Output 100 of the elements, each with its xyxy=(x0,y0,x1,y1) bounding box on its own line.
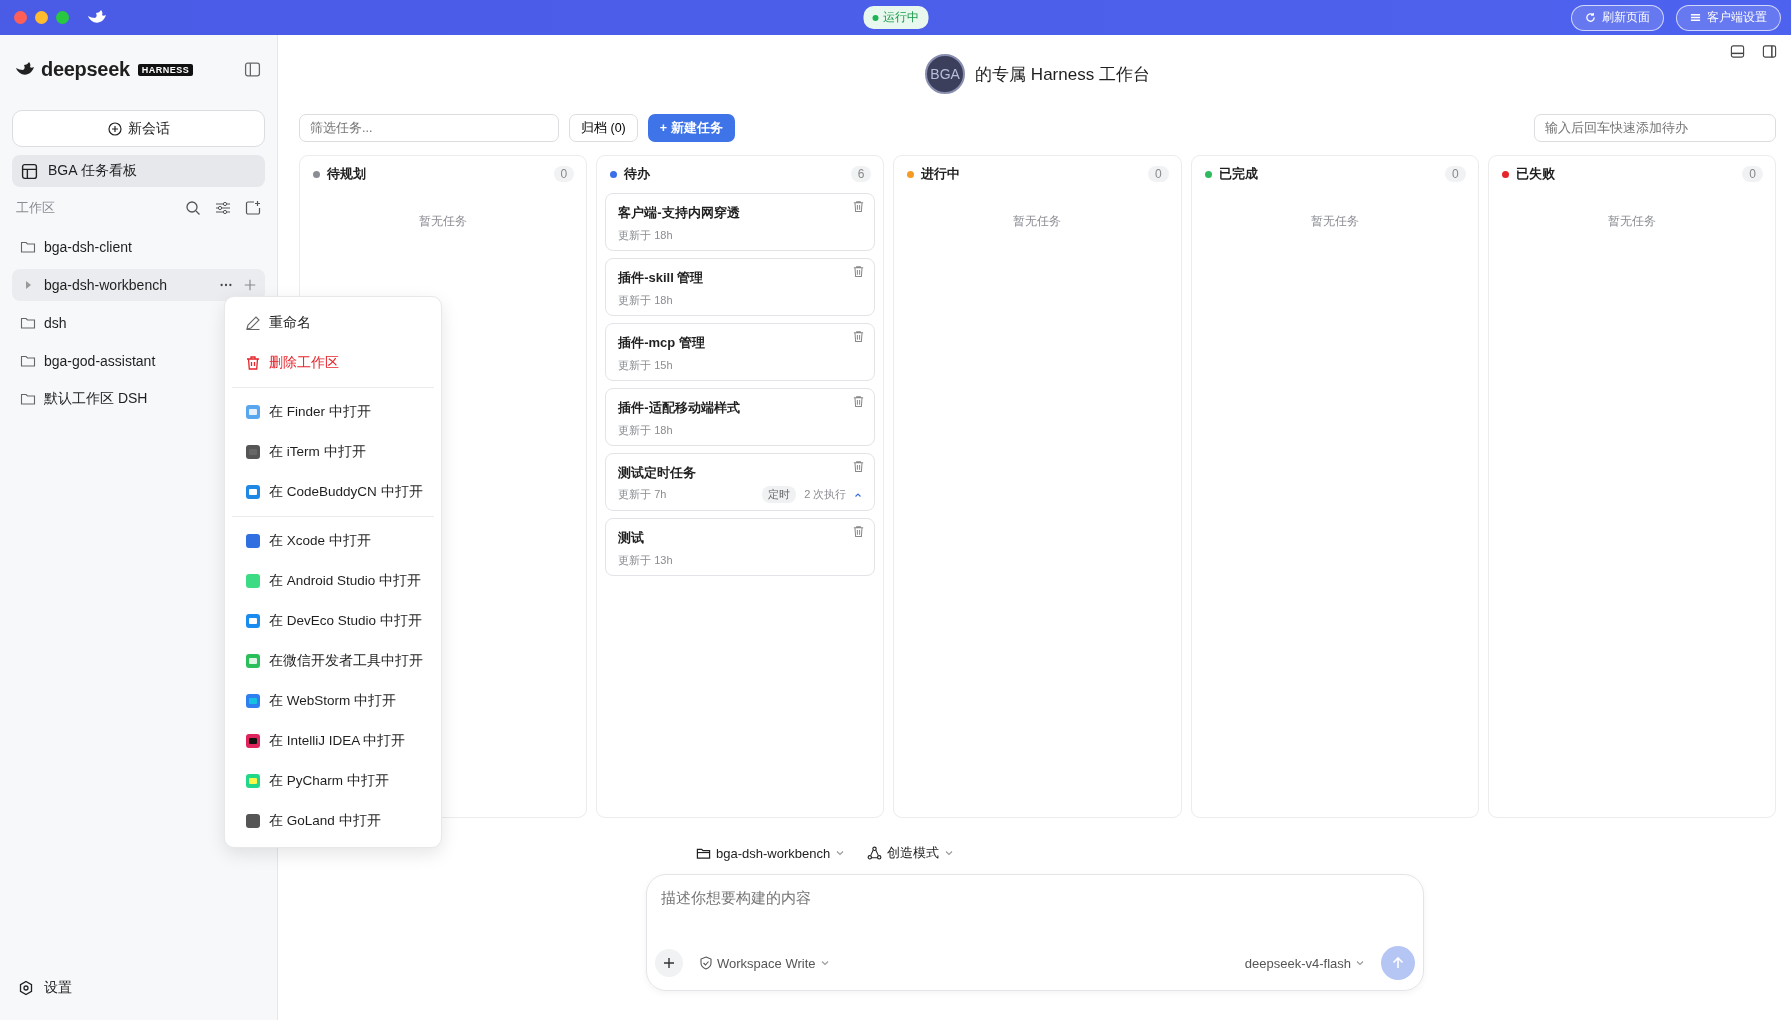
task-card[interactable]: 插件-mcp 管理 更新于 15h xyxy=(605,323,876,381)
plus-circle-icon xyxy=(107,121,122,136)
prompt-box[interactable]: 描述你想要构建的内容 Workspace Write deepseek-v4-flash xyxy=(646,874,1424,991)
trash-icon[interactable] xyxy=(852,200,866,213)
task-title: 测试 xyxy=(618,529,646,547)
trash-icon[interactable] xyxy=(852,460,866,473)
zoom-icon[interactable] xyxy=(56,11,69,24)
archive-button[interactable]: 归档 (0) xyxy=(569,114,638,142)
count-badge: 0 xyxy=(553,166,575,182)
settings-icon xyxy=(18,980,34,996)
menu-item[interactable]: 在 WebStorm 中打开 xyxy=(232,681,434,721)
column-title: 已失败 xyxy=(1515,165,1556,183)
refresh-page-button[interactable]: 刷新页面 xyxy=(1571,4,1664,31)
page-title: 的专属 Harness 工作台 xyxy=(975,63,1150,86)
count-badge: 0 xyxy=(1147,166,1169,182)
settings-lines-icon xyxy=(1690,12,1701,23)
app-logo-text: deepseek xyxy=(41,58,130,81)
app-icon xyxy=(245,573,261,589)
running-status-badge: 运行中 xyxy=(863,6,928,29)
menu-item[interactable]: 在 Android Studio 中打开 xyxy=(232,561,434,601)
column-title: 待办 xyxy=(624,165,652,183)
add-icon[interactable] xyxy=(243,278,257,292)
updated-time: 更新于 18h xyxy=(618,293,673,308)
app-icon xyxy=(245,404,261,420)
quick-add-field[interactable]: 输入后回车快速添加待办 xyxy=(1534,114,1776,142)
menu-item[interactable]: 在 GoLand 中打开 xyxy=(232,801,434,841)
app-icon xyxy=(245,613,261,629)
plus-icon xyxy=(662,956,676,970)
chevron-down-icon xyxy=(1355,958,1365,968)
app-icon xyxy=(245,533,261,549)
workspace-name: bga-dsh-workbench xyxy=(44,277,167,293)
app-icon xyxy=(245,773,261,789)
menu-item[interactable]: 在微信开发者工具中打开 xyxy=(232,641,434,681)
trash-icon[interactable] xyxy=(852,330,866,343)
chevron-down-icon xyxy=(944,848,955,858)
refresh-icon xyxy=(1585,12,1596,23)
task-card[interactable]: 测试定时任务 更新于 7h 定时 2 次执行 xyxy=(605,453,876,511)
bottom-panel-icon[interactable] xyxy=(1730,44,1745,59)
menu-item[interactable]: 在 iTerm 中打开 xyxy=(232,432,434,472)
avatar: BGA xyxy=(925,54,966,94)
harness-badge: HARNESS xyxy=(137,63,194,76)
updated-time: 更新于 15h xyxy=(618,358,673,373)
shield-check-icon xyxy=(699,956,713,970)
pencil-icon xyxy=(245,315,261,331)
folder-icon xyxy=(20,391,36,407)
task-title: 插件-skill 管理 xyxy=(618,269,705,287)
arrow-up-icon xyxy=(1390,955,1406,971)
new-task-button[interactable]: + 新建任务 xyxy=(647,114,735,142)
menu-item[interactable]: 在 IntelliJ IDEA 中打开 xyxy=(232,721,434,761)
cycle-nodes-icon xyxy=(867,845,883,861)
trash-icon[interactable] xyxy=(852,395,866,408)
workspace-item[interactable]: bga-dsh-workbench xyxy=(12,269,265,301)
workspace-name: 默认工作区 DSH xyxy=(44,390,148,408)
menu-item[interactable]: 在 CodeBuddyCN 中打开 xyxy=(232,472,434,512)
column-title: 待规划 xyxy=(327,165,367,183)
search-icon[interactable] xyxy=(185,200,201,216)
task-card[interactable]: 测试 更新于 13h xyxy=(605,518,876,576)
workspace-selector[interactable]: bga-dsh-workbench xyxy=(696,845,846,861)
app-icon xyxy=(245,444,261,460)
new-chat-button[interactable]: 新会话 xyxy=(12,110,265,147)
task-card[interactable]: 插件-适配移动端样式 更新于 18h xyxy=(605,388,876,446)
filter-field[interactable]: 筛选任务... xyxy=(299,114,559,142)
task-card[interactable]: 插件-skill 管理 更新于 18h xyxy=(605,258,876,316)
task-card[interactable]: 客户端-支持内网穿透 更新于 18h xyxy=(605,193,876,251)
close-icon[interactable] xyxy=(14,11,27,24)
add-folder-icon[interactable] xyxy=(245,200,261,216)
board-icon xyxy=(21,162,38,180)
trash-icon[interactable] xyxy=(852,525,866,538)
permission-selector[interactable]: Workspace Write xyxy=(699,955,830,971)
attach-button[interactable] xyxy=(655,949,683,977)
task-board-item[interactable]: BGA 任务看板 xyxy=(12,155,265,187)
run-count: 2 次执行 xyxy=(804,487,847,502)
sidebar-toggle-icon[interactable] xyxy=(244,61,261,78)
task-title: 客户端-支持内网穿透 xyxy=(618,204,741,222)
task-title: 插件-mcp 管理 xyxy=(618,334,706,352)
empty-text: 暂无任务 xyxy=(1012,213,1063,230)
menu-item[interactable]: 在 Xcode 中打开 xyxy=(232,521,434,561)
updated-time: 更新于 7h xyxy=(618,487,667,502)
mode-selector[interactable]: 创造模式 xyxy=(867,844,955,862)
minimize-icon[interactable] xyxy=(35,11,48,24)
app-icon xyxy=(245,484,261,500)
model-selector[interactable]: deepseek-v4-flash xyxy=(1244,955,1365,971)
app-icon xyxy=(245,813,261,829)
workspace-name: dsh xyxy=(44,315,67,331)
menu-item[interactable]: 在 PyCharm 中打开 xyxy=(232,761,434,801)
chevron-down-icon xyxy=(819,958,830,968)
task-title: 测试定时任务 xyxy=(618,464,698,482)
right-panel-icon[interactable] xyxy=(1762,44,1777,59)
updated-time: 更新于 18h xyxy=(618,423,673,438)
settings-item[interactable]: 设置 xyxy=(12,968,265,1008)
trash-icon[interactable] xyxy=(852,265,866,278)
count-badge: 0 xyxy=(1742,166,1763,182)
client-settings-button[interactable]: 客户端设置 xyxy=(1676,4,1781,31)
column-title: 已完成 xyxy=(1218,165,1259,183)
workspace-item[interactable]: bga-dsh-client xyxy=(12,231,265,263)
app-icon xyxy=(245,693,261,709)
menu-item[interactable]: 在 DevEco Studio 中打开 xyxy=(232,601,434,641)
column-title: 进行中 xyxy=(921,165,962,183)
filter-sliders-icon[interactable] xyxy=(215,200,231,216)
trash-icon xyxy=(245,355,261,371)
